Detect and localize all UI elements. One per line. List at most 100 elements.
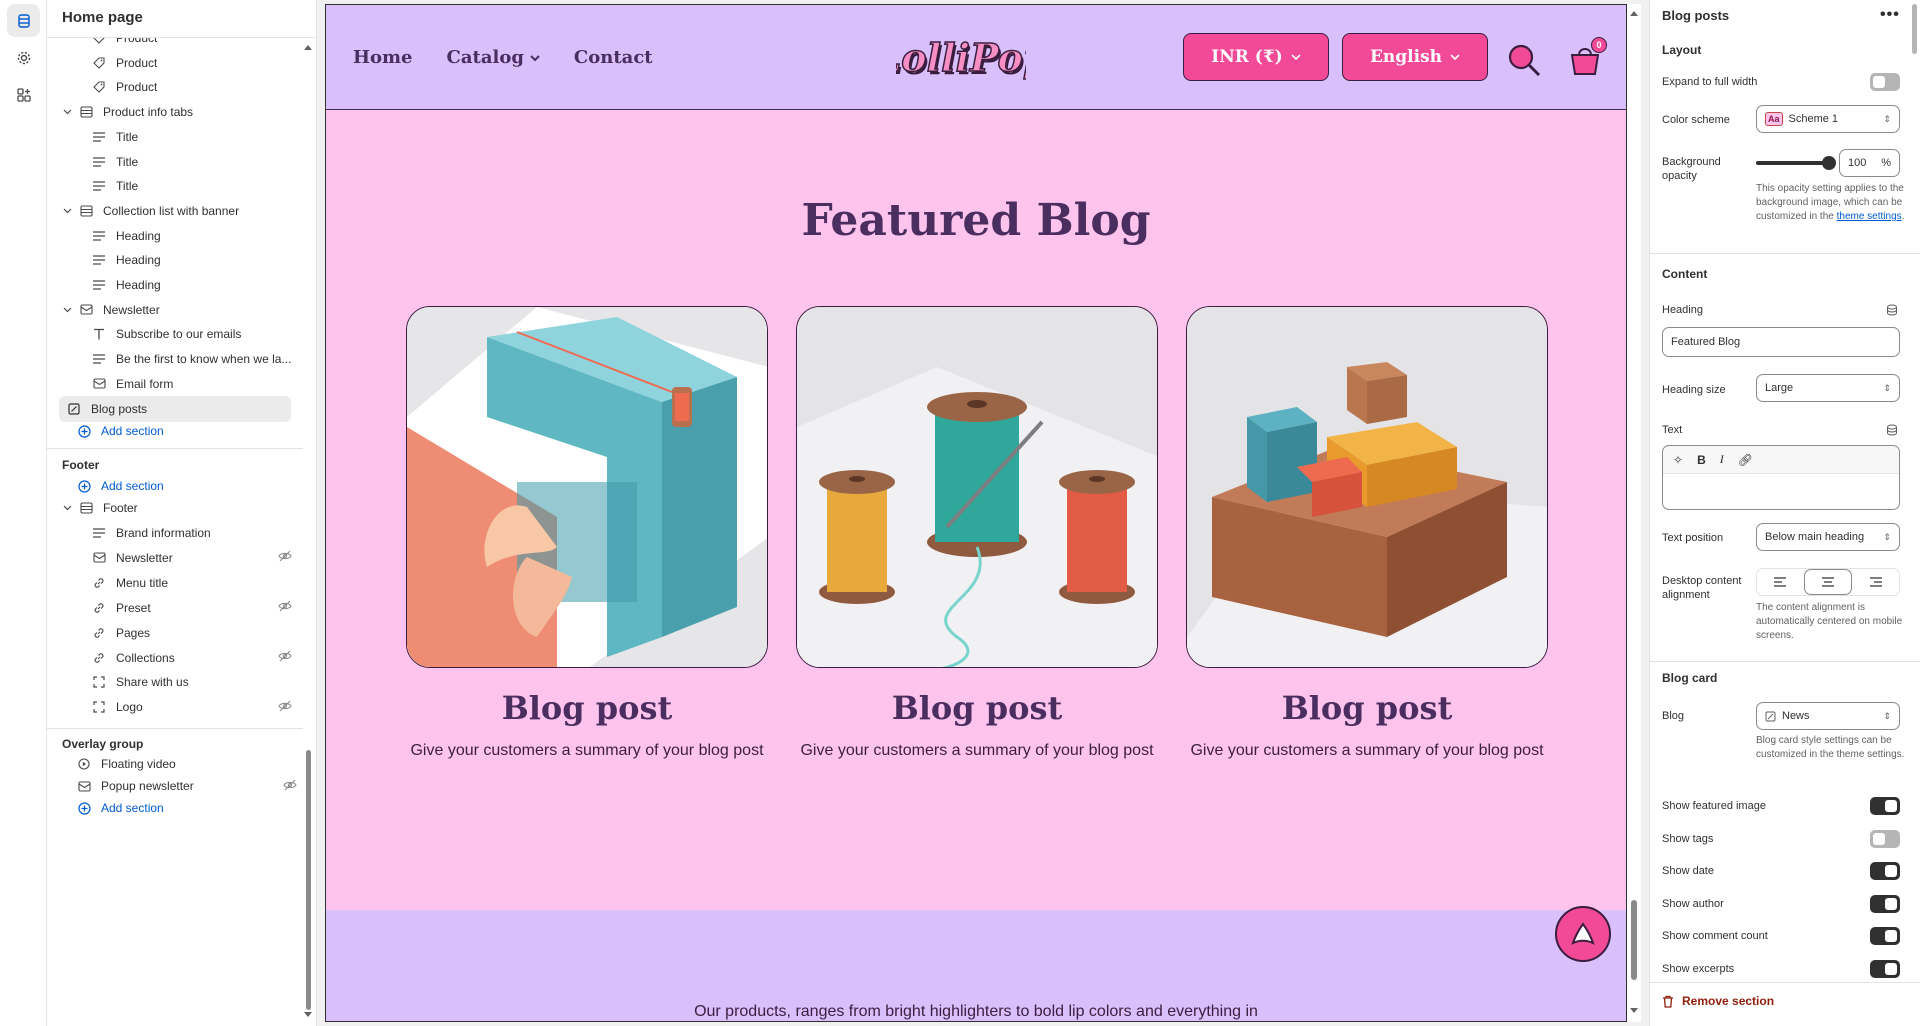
- text-position-select[interactable]: Below main heading ⇕: [1756, 523, 1900, 551]
- heading-size-select[interactable]: Large ⇕: [1756, 374, 1900, 402]
- toggle-label: Show featured image: [1662, 800, 1766, 812]
- tree-block-item[interactable]: Collections: [92, 645, 292, 671]
- tree-block-item[interactable]: Be the first to know when we la...: [92, 346, 291, 372]
- sections-icon[interactable]: [7, 4, 40, 37]
- gear-icon[interactable]: [7, 41, 40, 74]
- tree-block-item[interactable]: Brand information: [92, 520, 211, 546]
- magic-icon[interactable]: ✧: [1673, 453, 1683, 467]
- play-icon: [77, 757, 91, 771]
- heading-input[interactable]: Featured Blog: [1662, 327, 1900, 357]
- tree-block-item[interactable]: Product: [92, 74, 157, 100]
- language-selector[interactable]: English: [1342, 33, 1488, 81]
- tree-block-item[interactable]: Subscribe to our emails: [92, 321, 241, 347]
- tree-block-item[interactable]: Newsletter: [92, 545, 292, 571]
- toggle-label: Show excerpts: [1662, 962, 1735, 975]
- tree-section-item[interactable]: Newsletter: [61, 297, 160, 323]
- tree-block-item[interactable]: Product: [92, 50, 157, 76]
- eye-off-icon[interactable]: [278, 650, 292, 665]
- blog-card-image-sewing-machine[interactable]: [406, 306, 768, 668]
- tree-block-item[interactable]: Preset: [92, 595, 292, 621]
- tree-scrollbar[interactable]: [303, 40, 313, 1020]
- tree-section-item[interactable]: Collection list with banner: [61, 198, 239, 224]
- tree-block-item[interactable]: Title: [92, 149, 138, 175]
- nav-home[interactable]: Home: [353, 47, 413, 68]
- mail-icon: [79, 303, 93, 317]
- tree-block-item[interactable]: Pages: [92, 620, 150, 646]
- bg-opacity-slider-handle[interactable]: [1822, 156, 1836, 170]
- chevron-down-icon: [1291, 54, 1301, 61]
- align-left-icon[interactable]: [1757, 569, 1804, 595]
- add-section-button[interactable]: Add section: [77, 418, 164, 444]
- setting-toggle[interactable]: [1870, 797, 1900, 815]
- chevron-down-icon[interactable]: [61, 505, 73, 511]
- chevron-down-icon[interactable]: [61, 307, 73, 313]
- chevron-down-icon: [1450, 54, 1460, 61]
- tree-block-item[interactable]: Share with us: [92, 669, 189, 695]
- color-scheme-select[interactable]: Aa Scheme 1 ⇕: [1756, 105, 1900, 133]
- panel-scrollbar[interactable]: [1911, 4, 1918, 974]
- tree-block-item[interactable]: Heading: [92, 223, 161, 249]
- link-icon[interactable]: 🔗︎: [1738, 453, 1753, 467]
- theme-settings-link[interactable]: theme settings: [1837, 211, 1902, 222]
- setting-toggle[interactable]: [1870, 829, 1900, 848]
- rte-toolbar: ✧ B I 🔗︎: [1663, 446, 1899, 474]
- tree-block-item[interactable]: Email form: [92, 371, 173, 397]
- eye-off-icon[interactable]: [283, 779, 297, 794]
- add-section-button[interactable]: Add section: [77, 795, 164, 821]
- preview-scrollbar[interactable]: [1627, 4, 1641, 1022]
- eye-off-icon[interactable]: [278, 700, 292, 715]
- align-center-icon[interactable]: [1803, 569, 1853, 595]
- setting-toggle[interactable]: [1870, 894, 1900, 913]
- blog-card-image-boxes[interactable]: [1186, 306, 1548, 668]
- setting-toggle[interactable]: [1870, 862, 1900, 880]
- store-logo[interactable]: LolliPop LolliPop: [896, 19, 1026, 99]
- bg-opacity-input[interactable]: 100 %: [1839, 149, 1900, 177]
- nav-catalog[interactable]: Catalog: [447, 47, 540, 68]
- eye-off-icon[interactable]: [278, 600, 292, 615]
- mail-icon: [92, 551, 106, 565]
- overlay-group-label: Overlay group: [62, 737, 144, 751]
- mail-icon: [92, 377, 106, 391]
- blog-card-image-thread-spools[interactable]: [796, 306, 1158, 668]
- bg-opacity-slider-track[interactable]: [1756, 161, 1828, 165]
- remove-section-button[interactable]: Remove section: [1662, 994, 1774, 1008]
- tree-block-item[interactable]: Heading: [92, 272, 161, 298]
- tree-item-label: Collection list with banner: [103, 203, 240, 218]
- search-icon[interactable]: [1506, 43, 1542, 77]
- nav-contact[interactable]: Contact: [574, 47, 653, 68]
- blog-card-title[interactable]: Blog post: [796, 689, 1158, 727]
- expand-full-width-toggle[interactable]: [1870, 73, 1900, 91]
- setting-toggle[interactable]: [1870, 927, 1900, 945]
- dynamic-source-icon[interactable]: [1886, 304, 1898, 316]
- chevron-down-icon[interactable]: [61, 208, 73, 214]
- tree-block-item[interactable]: Title: [92, 173, 138, 199]
- chevron-down-icon[interactable]: [61, 109, 73, 115]
- store-preview: Home Catalog Contact LolliPop LolliPop I…: [325, 4, 1627, 1022]
- tree-item-label: Heading: [116, 278, 161, 292]
- settings-panel: Blog posts ••• Layout Expand to full wid…: [1649, 0, 1920, 1026]
- tree-block-item[interactable]: Heading: [92, 247, 161, 273]
- bg-opacity-unit: %: [1881, 157, 1891, 169]
- blog-card-title[interactable]: Blog post: [1186, 689, 1548, 727]
- scheme-swatch: Aa: [1765, 112, 1783, 126]
- tree-section-item[interactable]: Product info tabs: [61, 99, 193, 125]
- apps-icon[interactable]: [7, 78, 40, 111]
- text-rich-editor[interactable]: ✧ B I 🔗︎: [1662, 445, 1900, 510]
- eye-off-icon[interactable]: [278, 550, 292, 565]
- tree-block-item[interactable]: Title: [92, 124, 138, 150]
- more-options-button[interactable]: •••: [1880, 6, 1900, 24]
- blog-select[interactable]: News ⇕: [1756, 702, 1900, 730]
- align-right-icon[interactable]: [1852, 569, 1899, 595]
- dynamic-source-icon[interactable]: [1886, 424, 1898, 436]
- bold-icon[interactable]: B: [1697, 453, 1706, 467]
- main-nav: Home Catalog Contact: [353, 47, 653, 68]
- blog-help: Blog card style settings can be customiz…: [1756, 735, 1905, 760]
- tree-block-item[interactable]: Logo: [92, 694, 292, 720]
- scroll-to-top-button[interactable]: [1555, 906, 1611, 962]
- setting-toggle[interactable]: [1870, 959, 1900, 978]
- currency-selector[interactable]: INR (₹): [1183, 33, 1329, 81]
- blog-card-title[interactable]: Blog post: [406, 689, 768, 727]
- italic-icon[interactable]: I: [1720, 452, 1724, 467]
- tree-block-item[interactable]: Menu title: [92, 570, 168, 596]
- tree-section-item[interactable]: Footer: [61, 495, 138, 521]
